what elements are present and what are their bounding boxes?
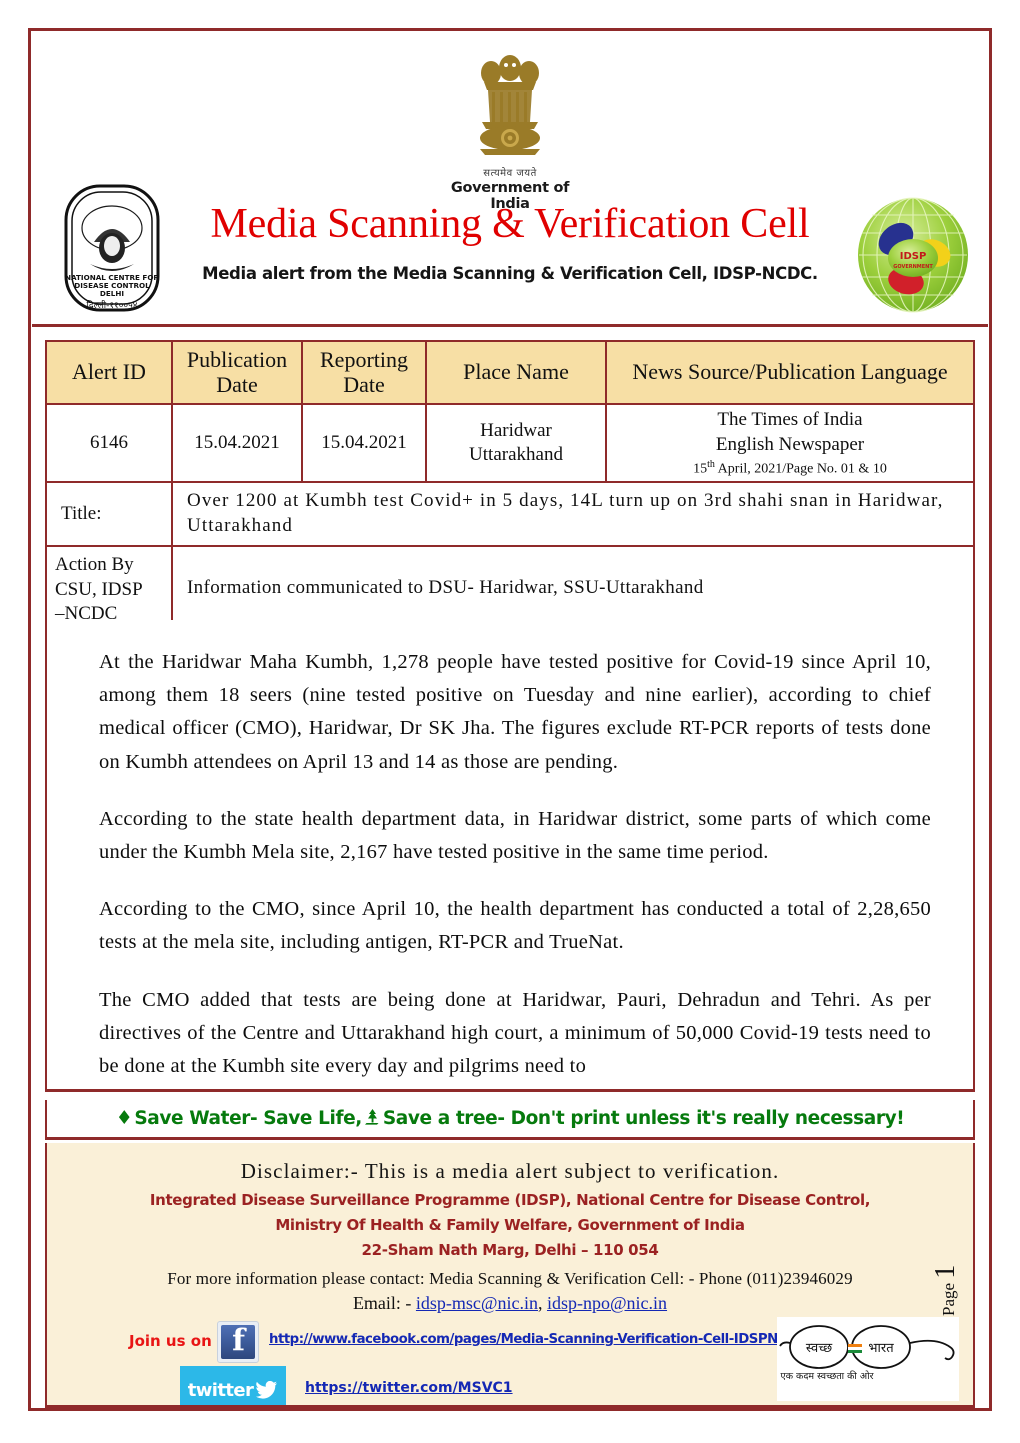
article-body: At the Haridwar Maha Kumbh, 1,278 people… [45,620,975,1092]
svg-text:स्वच्छ: स्वच्छ [806,1341,833,1356]
facebook-icon[interactable] [217,1321,259,1363]
org-line-2: Ministry Of Health & Family Welfare, Gov… [275,1216,745,1234]
action-row: Action By CSU, IDSP –NCDC Information co… [45,544,975,632]
column-header-alert-id: Alert ID [45,339,173,406]
svg-text:एक कदम स्वच्छता की ओर: एक कदम स्वच्छता की ओर [780,1370,874,1382]
email-line: Email: - idsp-msc@nic.in, idsp-npo@nic.i… [47,1293,973,1314]
article-paragraph: The CMO added that tests are being done … [99,988,931,1078]
title-row: Title: Over 1200 at Kumbh test Covid+ in… [45,481,975,547]
save-water-text: Save Water- Save Life, [134,1108,362,1129]
save-water-banner: ♦ Save Water- Save Life, Save a tree- Do… [45,1100,975,1140]
page-title: Media Scanning & Verification Cell [210,201,810,247]
disclaimer-text: Disclaimer:- This is a media alert subje… [240,1159,780,1183]
place-name-line1: Haridwar [480,419,552,441]
action-by-label: Action By CSU, IDSP –NCDC [45,544,173,632]
twitter-icon[interactable]: twitter [180,1366,286,1405]
svg-text:दिल्ली-११००५४: दिल्ली-११००५४ [87,299,138,311]
page-number-label: Page [939,1282,958,1316]
water-drop-icon: ♦ [115,1107,133,1129]
contact-line: For more information please contact: Med… [167,1269,853,1288]
twitter-bird-icon [256,1381,278,1399]
email-link-msc[interactable]: idsp-msc@nic.in [416,1293,538,1313]
cell-news-source: The Times of India English Newspaper 15t… [605,403,975,484]
action-label-line2: CSU, IDSP [55,578,143,600]
column-header-publication-date: Publication Date [171,339,303,406]
emblem-motto: सत्यमेव जयते [483,168,537,179]
news-source-date-page: 15th April, 2021/Page No. 01 & 10 [693,458,887,477]
news-source-name: The Times of India [717,409,863,431]
article-paragraph: According to the CMO, since April 10, th… [99,898,931,954]
twitter-wordmark: twitter [187,1379,254,1401]
twitter-link[interactable]: https://twitter.com/MSVC1 [305,1380,513,1396]
org-address: 22-Sham Nath Marg, Delhi – 110 054 [361,1241,659,1259]
page-number: Page 1 [930,1265,962,1316]
page-subtitle: Media alert from the Media Scanning & Ve… [202,264,818,283]
column-header-place-name: Place Name [425,339,607,406]
alert-info-table: Alert ID Publication Date Reporting Date… [45,339,975,632]
svg-text:DELHI: DELHI [100,289,124,298]
org-line-1: Integrated Disease Surveillance Programm… [149,1191,871,1209]
column-header-reporting-date: Reporting Date [301,339,427,406]
swachh-bharat-logo: स्वच्छ भारत एक कदम स्वच्छता की ओर [777,1317,959,1401]
svg-text:भारत: भारत [868,1341,894,1356]
alert-title-value: Over 1200 at Kumbh test Covid+ in 5 days… [171,481,975,547]
email-link-npo[interactable]: idsp-npo@nic.in [547,1293,667,1313]
join-us-label: Join us on [129,1332,212,1350]
place-name-line2: Uttarakhand [469,444,563,466]
table-row: 6146 15.04.2021 15.04.2021 Haridwar Utta… [45,403,975,484]
cell-publication-date: 15.04.2021 [171,403,303,484]
article-paragraph: At the Haridwar Maha Kumbh, 1,278 people… [99,651,931,773]
document-header: सत्यमेव जयते Government of India NATIONA… [32,32,988,327]
title-label: Title: [45,481,173,547]
ashoka-lion-capital-icon [480,55,540,155]
tree-icon [364,1108,381,1130]
document-page: सत्यमेव जयते Government of India NATIONA… [0,0,1020,1443]
cell-place-name: Haridwar Uttarakhand [425,403,607,484]
document-footer: Disclaimer:- This is a media alert subje… [45,1143,975,1408]
email-label: Email: - [352,1293,416,1313]
cell-reporting-date: 15.04.2021 [301,403,427,484]
column-header-news-source: News Source/Publication Language [605,339,975,406]
cell-alert-id: 6146 [45,403,173,484]
article-paragraph: According to the state health department… [99,807,931,864]
svg-text:IDSP: IDSP [900,251,927,262]
email-separator: , [537,1293,547,1313]
table-header-row: Alert ID Publication Date Reporting Date… [45,339,975,406]
page-number-value: 1 [930,1264,961,1279]
save-tree-text: Save a tree- Don't print unless it's rea… [382,1108,905,1129]
government-emblem-block: सत्यमेव जयते Government of India [440,52,580,212]
news-source-language: English Newspaper [715,433,865,455]
action-label-line1: Action By [55,553,134,575]
action-taken-value: Information communicated to DSU- Haridwa… [171,544,975,632]
